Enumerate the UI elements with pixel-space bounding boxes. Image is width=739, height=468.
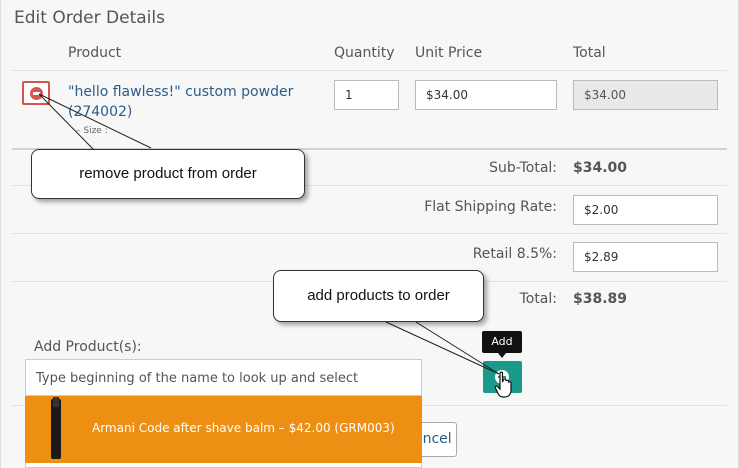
add-callout: add products to order	[273, 270, 484, 322]
edit-order-panel: Edit Order Details Product Quantity Unit…	[0, 0, 739, 468]
remove-callout: remove product from order	[31, 149, 305, 199]
callout-pointers	[38, 93, 500, 375]
hand-cursor-icon	[494, 371, 512, 398]
